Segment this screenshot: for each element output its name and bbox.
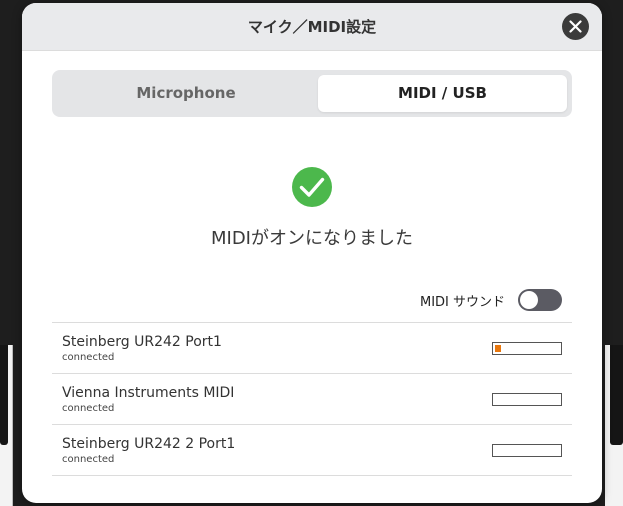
tab-midi-usb[interactable]: MIDI / USB [318, 75, 567, 112]
device-level-meter [492, 444, 562, 457]
list-item: Steinberg UR242 Port1 connected [52, 322, 572, 373]
device-name: Steinberg UR242 2 Port1 [62, 436, 236, 452]
dialog-header: マイク／MIDI設定 [22, 3, 602, 51]
dialog-title: マイク／MIDI設定 [247, 18, 377, 36]
list-item: Steinberg UR242 2 Port1 connected [52, 424, 572, 476]
piano-black-key [610, 345, 623, 445]
input-mode-segmented-control: Microphone MIDI / USB [52, 70, 572, 117]
midi-sound-toggle[interactable] [518, 289, 562, 311]
device-name: Steinberg UR242 Port1 [62, 334, 222, 350]
close-icon [569, 20, 582, 33]
mic-midi-settings-dialog: マイク／MIDI設定 Microphone MIDI / USB MIDIがオン… [22, 3, 602, 503]
device-status: connected [62, 454, 115, 465]
list-item: Vienna Instruments MIDI connected [52, 373, 572, 424]
midi-device-list: Steinberg UR242 Port1 connected Vienna I… [52, 322, 572, 476]
device-level-meter [492, 393, 562, 406]
piano-black-key [0, 345, 8, 445]
tab-microphone[interactable]: Microphone [56, 75, 316, 112]
meter-fill [495, 345, 501, 352]
device-name: Vienna Instruments MIDI [62, 385, 235, 401]
device-level-meter [492, 342, 562, 355]
close-button[interactable] [562, 13, 589, 40]
toggle-knob [520, 291, 538, 309]
check-circle-icon [292, 167, 332, 207]
device-status: connected [62, 403, 115, 414]
device-status: connected [62, 352, 115, 363]
midi-status-message: MIDIがオンになりました [210, 228, 413, 249]
midi-sound-label: MIDI サウンド [420, 295, 506, 310]
